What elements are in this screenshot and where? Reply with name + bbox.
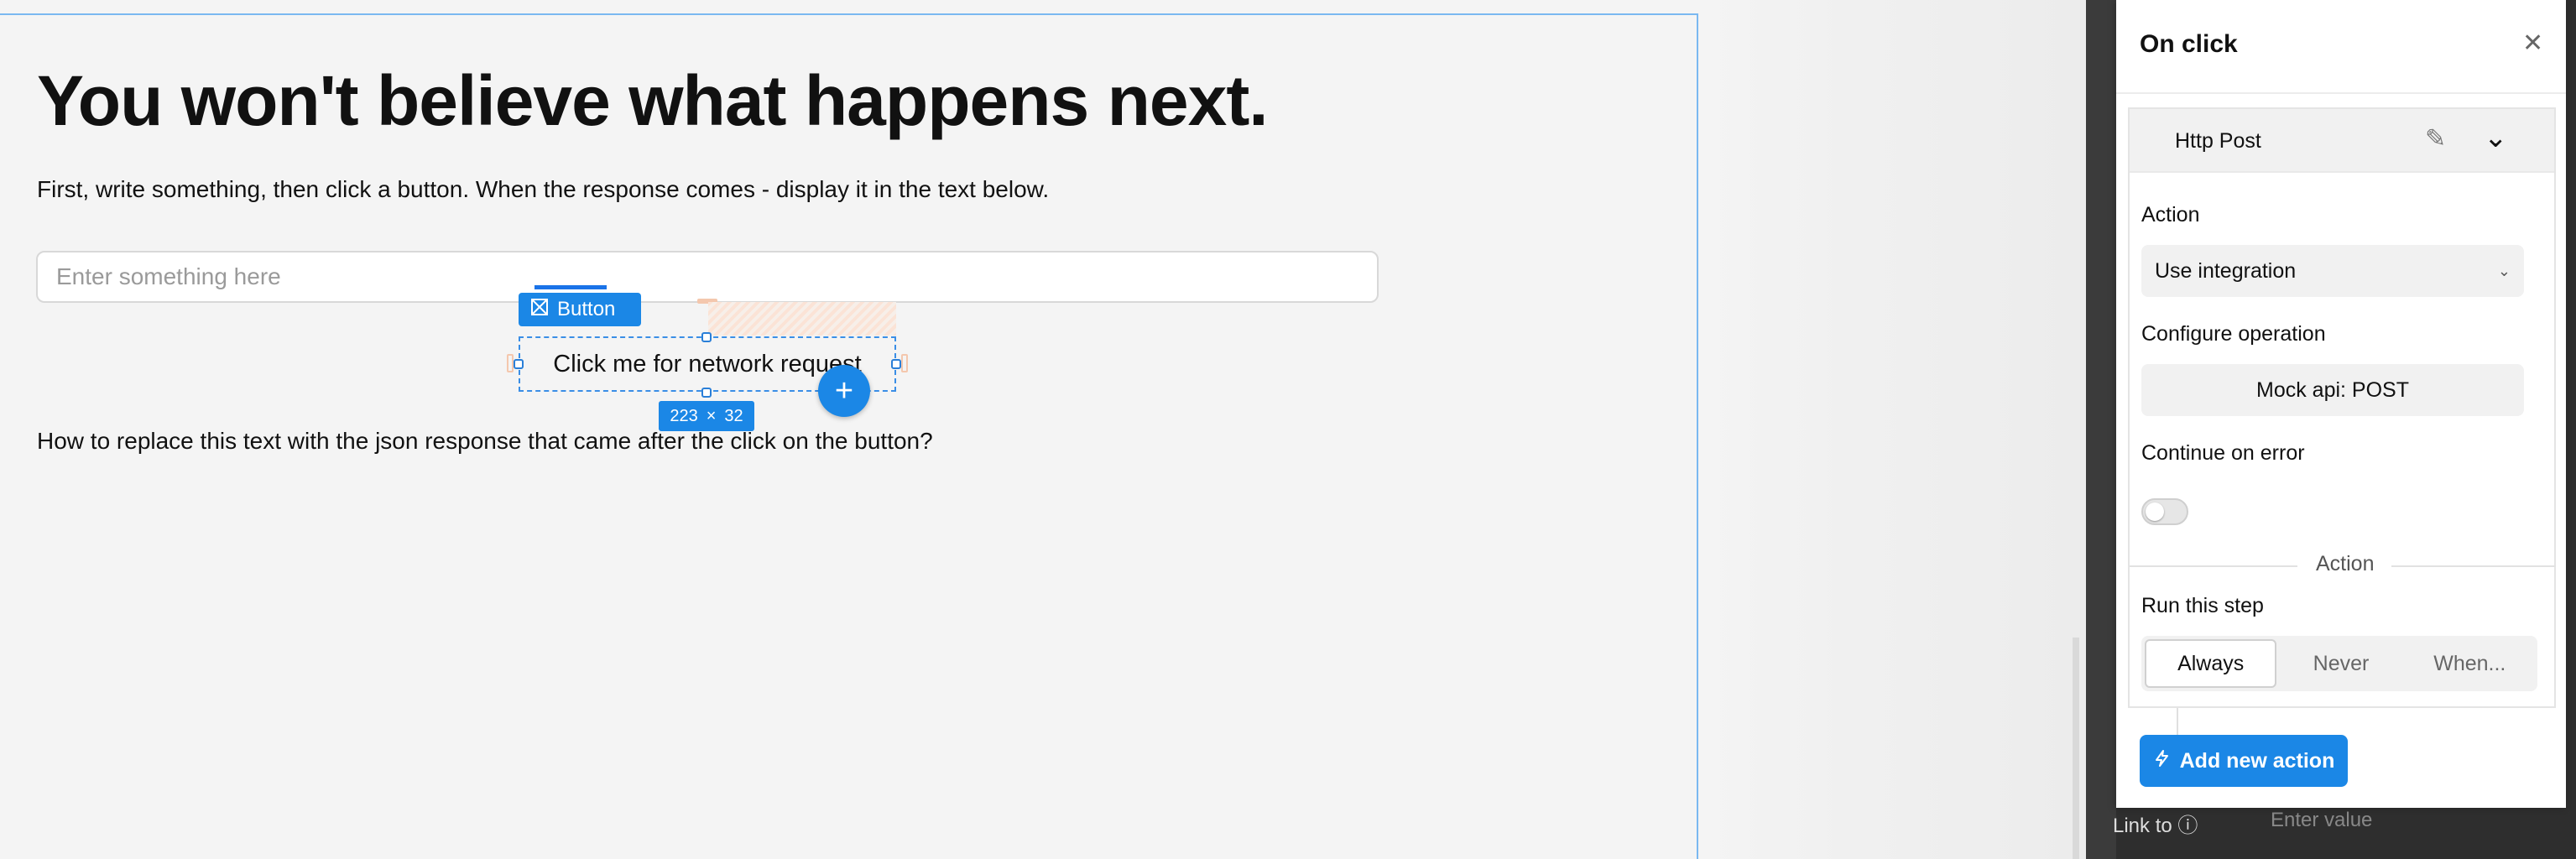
action-select[interactable]: Use integration ⌄ — [2141, 245, 2524, 297]
link-to-label: Link to ⓘ — [2113, 815, 2198, 837]
run-option-always[interactable]: Always — [2145, 639, 2277, 688]
plus-icon: + — [834, 372, 854, 409]
continue-on-error-label: Continue on error — [2141, 441, 2305, 465]
action-card-title: Http Post — [2175, 129, 2261, 153]
text-input[interactable] — [36, 251, 1379, 303]
connector-line — [2177, 708, 2178, 735]
component-icon — [530, 298, 549, 322]
resize-handle-right[interactable] — [891, 359, 901, 369]
chevron-down-icon[interactable]: ⌄ — [2484, 121, 2508, 154]
canvas-background — [1700, 0, 2086, 859]
run-step-label: Run this step — [2141, 594, 2264, 617]
chevron-down-icon: ⌄ — [2497, 262, 2511, 279]
add-component-button[interactable]: + — [818, 365, 870, 417]
configure-operation-button[interactable]: Mock api: POST — [2141, 364, 2524, 416]
size-height: 32 — [724, 406, 743, 425]
drag-handle-bar[interactable] — [534, 285, 607, 289]
component-type-chip[interactable]: Button — [519, 293, 641, 326]
page-heading: You won't believe what happens next. — [37, 61, 1269, 140]
margin-handle-left[interactable] — [507, 354, 514, 372]
response-text[interactable]: How to replace this text with the json r… — [37, 428, 933, 455]
resize-handle-left[interactable] — [514, 359, 524, 369]
link-to-input[interactable]: Enter value — [2271, 809, 2372, 832]
section-divider-right — [2391, 565, 2556, 567]
continue-on-error-toggle[interactable] — [2141, 498, 2188, 525]
panel-title: On click — [2140, 30, 2238, 58]
run-option-when[interactable]: When... — [2406, 639, 2534, 688]
resize-handle-top[interactable] — [701, 332, 712, 342]
scrollbar-thumb[interactable] — [2073, 638, 2079, 859]
on-click-panel: On click ✕ Http Post ✎ ⌄ Action Use inte… — [2116, 0, 2566, 808]
resize-handle-bottom[interactable] — [701, 388, 712, 398]
action-card: Http Post ✎ ⌄ Action Use integration ⌄ C… — [2128, 107, 2556, 708]
close-icon[interactable]: ✕ — [2522, 29, 2543, 58]
toggle-knob — [2146, 502, 2164, 521]
action-label: Action — [2141, 203, 2200, 226]
lightning-icon — [2153, 749, 2172, 773]
properties-sidebar-edge — [2086, 0, 2116, 859]
action-card-header[interactable]: Http Post ✎ ⌄ — [2130, 109, 2554, 173]
edit-icon[interactable]: ✎ — [2425, 124, 2446, 154]
add-new-action-button[interactable]: Add new action — [2140, 735, 2348, 787]
panel-header: On click ✕ — [2116, 0, 2566, 94]
configure-operation-label: Configure operation — [2141, 322, 2326, 346]
operation-value: Mock api: POST — [2256, 377, 2409, 402]
section-divider-left — [2130, 565, 2297, 567]
size-separator: × — [706, 406, 717, 425]
component-type-label: Button — [557, 298, 616, 320]
size-indicator: 223 × 32 — [659, 401, 754, 431]
network-request-button-label: Click me for network request — [553, 350, 862, 377]
run-option-never[interactable]: Never — [2276, 639, 2405, 688]
intro-text: First, write something, then click a but… — [37, 176, 1050, 202]
add-new-action-label: Add new action — [2179, 748, 2335, 773]
section-divider-label: Action — [2307, 552, 2383, 576]
run-step-segmented-control: Always Never When... — [2141, 636, 2537, 691]
size-width: 223 — [670, 406, 698, 425]
action-select-value: Use integration — [2155, 258, 2297, 283]
margin-handle-right[interactable] — [901, 354, 908, 372]
margin-indicator — [708, 302, 896, 336]
